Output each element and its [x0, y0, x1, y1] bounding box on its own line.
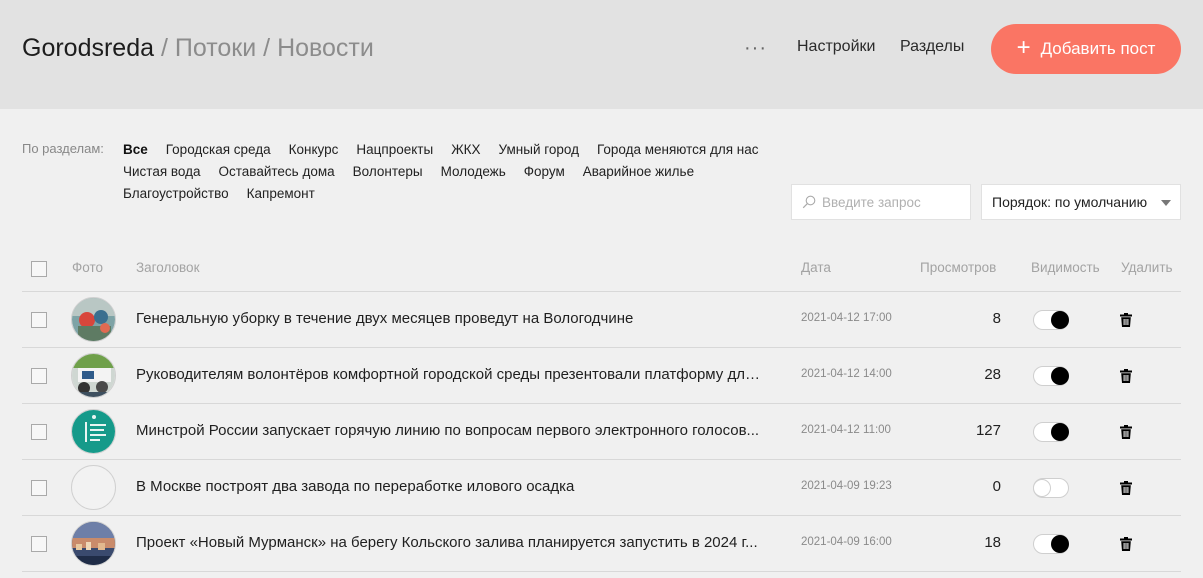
filter-cities-change[interactable]: Города меняются для нас [597, 139, 759, 161]
toggle-knob [1051, 311, 1069, 329]
post-date: 2021-04-09 16:00 [801, 536, 892, 548]
post-views: 0 [992, 478, 1001, 495]
post-views: 28 [984, 366, 1001, 383]
filter-contest[interactable]: Конкурс [289, 139, 339, 161]
post-thumbnail [71, 353, 116, 398]
post-date: 2021-04-12 17:00 [801, 312, 892, 324]
plus-icon: + [1016, 34, 1031, 61]
filter-row: Чистая вода Оставайтесь дома Волонтеры М… [123, 161, 783, 183]
trash-icon[interactable] [1120, 537, 1132, 551]
post-thumbnail [71, 521, 116, 566]
visibility-toggle[interactable] [1033, 534, 1069, 554]
filter-landscaping[interactable]: Благоустройство [123, 183, 229, 205]
post-title[interactable]: Проект «Новый Мурманск» на берегу Кольск… [136, 534, 768, 551]
sort-order-select[interactable]: Порядок: по умолчанию [981, 184, 1181, 220]
select-all-checkbox[interactable] [31, 261, 47, 277]
filter-smart-city[interactable]: Умный город [499, 139, 579, 161]
row-checkbox[interactable] [31, 312, 47, 328]
post-date: 2021-04-12 11:00 [801, 424, 891, 436]
column-title[interactable]: Заголовок [136, 260, 199, 275]
post-thumbnail [71, 297, 116, 342]
more-options-icon[interactable]: ··· [744, 38, 767, 58]
filter-national-projects[interactable]: Нацпроекты [356, 139, 433, 161]
toggle-knob [1051, 367, 1069, 385]
table-row: Генеральную уборку в течение двух месяце… [22, 292, 1181, 348]
filter-urban-environment[interactable]: Городская среда [166, 139, 271, 161]
post-views: 127 [975, 422, 1001, 439]
filter-emergency-housing[interactable]: Аварийное жилье [583, 161, 694, 183]
column-date[interactable]: Дата [801, 260, 831, 275]
column-views[interactable]: Просмотров [920, 260, 996, 275]
row-checkbox[interactable] [31, 536, 47, 552]
row-checkbox[interactable] [31, 424, 47, 440]
column-photo: Фото [72, 260, 104, 275]
table-row: Минстрой России запускает горячую линию … [22, 404, 1181, 460]
trash-icon[interactable] [1120, 313, 1132, 327]
table-header: Фото Заголовок Дата Просмотров Видимость… [22, 244, 1181, 292]
breadcrumb-brand[interactable]: Gorodsreda [22, 34, 154, 62]
section-filters: Все Городская среда Конкурс Нацпроекты Ж… [123, 139, 783, 205]
top-header: Gorodsreda / Потоки / Новости ··· Настро… [0, 0, 1203, 109]
trash-icon[interactable] [1120, 425, 1132, 439]
filter-forum[interactable]: Форум [524, 161, 565, 183]
breadcrumb-streams[interactable]: Потоки [175, 34, 256, 62]
add-post-button[interactable]: + Добавить пост [991, 24, 1181, 74]
post-title[interactable]: В Москве построят два завода по перерабо… [136, 478, 768, 495]
sort-order-label: Порядок: по умолчанию [992, 194, 1148, 210]
trash-icon[interactable] [1120, 369, 1132, 383]
visibility-toggle[interactable] [1033, 422, 1069, 442]
table-row: Проект «Новый Мурманск» на берегу Кольск… [22, 516, 1181, 572]
filter-capital-repair[interactable]: Капремонт [247, 183, 315, 205]
table-row: Руководителям волонтёров комфортной горо… [22, 348, 1181, 404]
breadcrumb-separator: / [263, 34, 271, 62]
post-thumbnail-empty [71, 465, 116, 510]
post-title[interactable]: Генеральную уборку в течение двух месяце… [136, 310, 768, 327]
posts-table: Фото Заголовок Дата Просмотров Видимость… [22, 244, 1181, 572]
row-checkbox[interactable] [31, 480, 47, 496]
post-views: 8 [992, 310, 1001, 327]
filter-youth[interactable]: Молодежь [441, 161, 506, 183]
breadcrumb-separator: / [160, 34, 168, 62]
row-checkbox[interactable] [31, 368, 47, 384]
post-date: 2021-04-12 14:00 [801, 368, 892, 380]
settings-link[interactable]: Настройки [797, 38, 875, 56]
filter-volunteers[interactable]: Волонтеры [353, 161, 423, 183]
breadcrumb: Gorodsreda / Потоки / Новости [22, 33, 374, 63]
sections-link[interactable]: Разделы [900, 38, 964, 56]
column-visibility: Видимость [1031, 260, 1100, 275]
filter-all[interactable]: Все [123, 139, 148, 161]
search-box [791, 184, 971, 220]
toggle-knob [1033, 479, 1051, 497]
post-thumbnail [71, 409, 116, 454]
visibility-toggle[interactable] [1033, 310, 1069, 330]
post-date: 2021-04-09 19:23 [801, 480, 892, 492]
visibility-toggle[interactable] [1033, 366, 1069, 386]
post-title[interactable]: Руководителям волонтёров комфортной горо… [136, 366, 768, 383]
search-input[interactable] [822, 194, 962, 210]
add-post-label: Добавить пост [1040, 39, 1156, 58]
filter-housing[interactable]: ЖКХ [451, 139, 480, 161]
filter-label: По разделам: [22, 141, 104, 156]
table-row: В Москве построят два завода по перерабо… [22, 460, 1181, 516]
column-delete: Удалить [1121, 260, 1173, 275]
visibility-toggle[interactable] [1033, 478, 1069, 498]
filter-row: Все Городская среда Конкурс Нацпроекты Ж… [123, 139, 783, 161]
trash-icon[interactable] [1120, 481, 1132, 495]
breadcrumb-news: Новости [277, 34, 374, 62]
post-views: 18 [984, 534, 1001, 551]
search-icon [802, 195, 816, 209]
filter-clean-water[interactable]: Чистая вода [123, 161, 201, 183]
filter-stay-home[interactable]: Оставайтесь дома [219, 161, 335, 183]
chevron-down-icon [1161, 200, 1171, 206]
post-title[interactable]: Минстрой России запускает горячую линию … [136, 422, 768, 439]
toggle-knob [1051, 423, 1069, 441]
filter-row: Благоустройство Капремонт [123, 183, 783, 205]
toggle-knob [1051, 535, 1069, 553]
